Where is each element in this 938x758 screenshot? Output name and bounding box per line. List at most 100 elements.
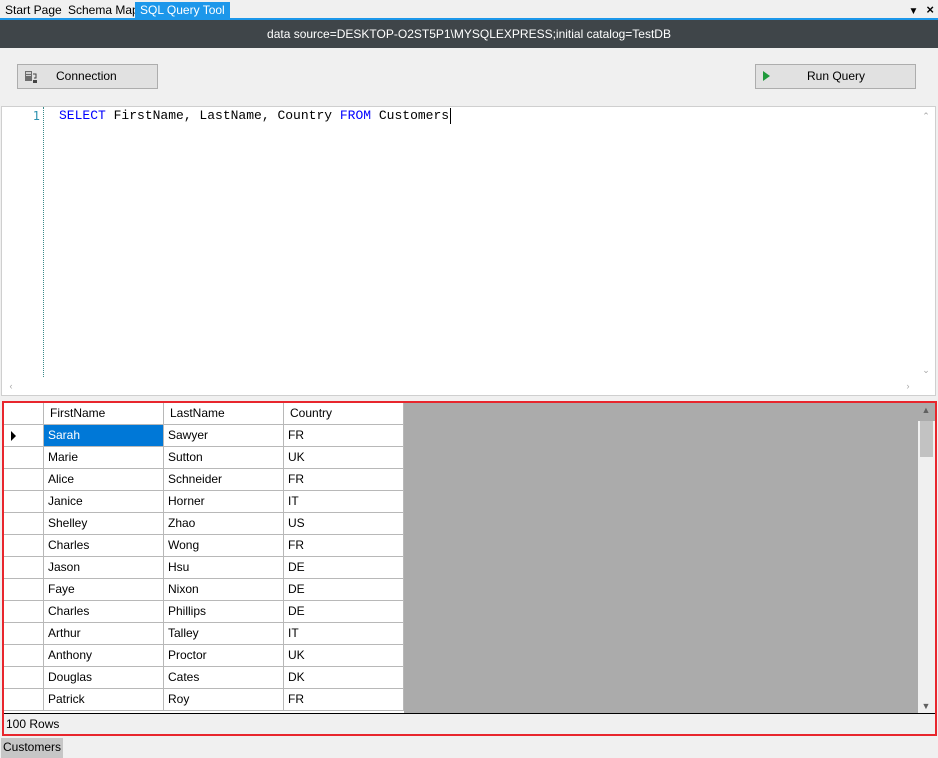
row-header[interactable] xyxy=(4,535,44,557)
row-header[interactable] xyxy=(4,513,44,535)
cell-country[interactable]: DK xyxy=(284,667,404,689)
cell-lastname[interactable]: Talley xyxy=(164,623,284,645)
sql-editor[interactable]: 1 SELECT FirstName, LastName, Country FR… xyxy=(1,106,936,396)
row-header[interactable] xyxy=(4,491,44,513)
cell-firstname[interactable]: Janice xyxy=(44,491,164,513)
row-header[interactable] xyxy=(4,557,44,579)
row-header[interactable] xyxy=(4,689,44,711)
row-header[interactable] xyxy=(4,469,44,491)
cell-firstname[interactable]: Marie xyxy=(44,447,164,469)
chevron-down-icon[interactable]: ⌄ xyxy=(920,365,932,375)
cell-lastname[interactable]: Cates xyxy=(164,667,284,689)
cell-country[interactable]: IT xyxy=(284,623,404,645)
line-number: 1 xyxy=(32,109,40,123)
chevron-down-icon[interactable]: ▼ xyxy=(920,701,932,711)
editor-horizontal-scrollbar[interactable]: ‹ › xyxy=(2,378,935,395)
row-header[interactable] xyxy=(4,447,44,469)
table-row[interactable]: Alice Schneider FR xyxy=(4,469,404,491)
cell-firstname[interactable]: Faye xyxy=(44,579,164,601)
table-row[interactable]: Jason Hsu DE xyxy=(4,557,404,579)
cell-firstname[interactable]: Douglas xyxy=(44,667,164,689)
table-row[interactable]: Anthony Proctor UK xyxy=(4,645,404,667)
cell-country[interactable]: UK xyxy=(284,645,404,667)
cell-lastname[interactable]: Roy xyxy=(164,689,284,711)
cell-lastname[interactable]: Hsu xyxy=(164,557,284,579)
tab-sql-query-tool[interactable]: SQL Query Tool xyxy=(135,2,230,20)
cell-lastname[interactable]: Proctor xyxy=(164,645,284,667)
cell-firstname[interactable]: Shelley xyxy=(44,513,164,535)
cell-lastname[interactable]: Nixon xyxy=(164,579,284,601)
cell-firstname[interactable]: Arthur xyxy=(44,623,164,645)
table-row[interactable]: Charles Phillips DE xyxy=(4,601,404,623)
tab-start-page[interactable]: Start Page xyxy=(0,2,67,20)
grid-header-row: FirstName LastName Country xyxy=(4,403,404,425)
cell-lastname[interactable]: Wong xyxy=(164,535,284,557)
table-row[interactable]: Marie Sutton UK xyxy=(4,447,404,469)
row-header-corner[interactable] xyxy=(4,403,44,425)
tab-customers[interactable]: Customers xyxy=(1,738,63,758)
chevron-up-icon[interactable]: ⌃ xyxy=(920,111,932,121)
cell-country[interactable]: DE xyxy=(284,601,404,623)
play-icon xyxy=(763,71,770,81)
cell-country[interactable]: FR xyxy=(284,689,404,711)
table-row[interactable]: Charles Wong FR xyxy=(4,535,404,557)
cell-country[interactable]: US xyxy=(284,513,404,535)
results-grid[interactable]: FirstName LastName Country Sarah Sawyer FR… xyxy=(4,403,404,713)
cell-country[interactable]: DE xyxy=(284,579,404,601)
column-header-firstname[interactable]: FirstName xyxy=(44,403,164,425)
table-row[interactable]: Faye Nixon DE xyxy=(4,579,404,601)
row-header[interactable] xyxy=(4,667,44,689)
cell-lastname[interactable]: Schneider xyxy=(164,469,284,491)
cell-firstname[interactable]: Patrick xyxy=(44,689,164,711)
row-header[interactable] xyxy=(4,425,44,447)
scrollbar-thumb[interactable] xyxy=(920,421,933,457)
tab-overflow-controls: ▼ × xyxy=(898,0,935,22)
cell-country[interactable]: FR xyxy=(284,469,404,491)
cell-country[interactable]: DE xyxy=(284,557,404,579)
table-row[interactable]: Sarah Sawyer FR xyxy=(4,425,404,447)
results-panel: FirstName LastName Country Sarah Sawyer FR… xyxy=(2,401,937,736)
column-header-country[interactable]: Country xyxy=(284,403,404,425)
cell-firstname[interactable]: Charles xyxy=(44,535,164,557)
cell-country[interactable]: UK xyxy=(284,447,404,469)
connection-button[interactable]: Connection xyxy=(17,64,158,89)
current-row-arrow-icon xyxy=(11,431,16,441)
cell-firstname[interactable]: Anthony xyxy=(44,645,164,667)
cell-lastname[interactable]: Sawyer xyxy=(164,425,284,447)
table-row[interactable]: Douglas Cates DK xyxy=(4,667,404,689)
cell-firstname[interactable]: Charles xyxy=(44,601,164,623)
row-header[interactable] xyxy=(4,601,44,623)
chevron-up-icon[interactable]: ▲ xyxy=(920,405,932,415)
chevron-left-icon[interactable]: ‹ xyxy=(5,381,17,391)
server-connection-icon xyxy=(25,71,37,83)
close-icon[interactable]: × xyxy=(926,0,934,20)
cell-firstname[interactable]: Sarah xyxy=(44,425,164,447)
cell-firstname[interactable]: Alice xyxy=(44,469,164,491)
column-header-lastname[interactable]: LastName xyxy=(164,403,284,425)
cell-lastname[interactable]: Phillips xyxy=(164,601,284,623)
grid-vertical-scrollbar[interactable]: ▲ ▼ xyxy=(918,405,935,713)
cell-country[interactable]: FR xyxy=(284,535,404,557)
table-row[interactable]: Arthur Talley IT xyxy=(4,623,404,645)
sql-query-text[interactable]: SELECT FirstName, LastName, Country FROM… xyxy=(59,108,452,124)
editor-vertical-scrollbar[interactable]: ⌃ ⌄ xyxy=(918,107,935,379)
cell-country[interactable]: FR xyxy=(284,425,404,447)
table-row[interactable]: Shelley Zhao US xyxy=(4,513,404,535)
cell-lastname[interactable]: Horner xyxy=(164,491,284,513)
cell-lastname[interactable]: Zhao xyxy=(164,513,284,535)
row-header[interactable] xyxy=(4,645,44,667)
sql-keyword: FROM xyxy=(339,108,372,123)
cell-lastname[interactable]: Sutton xyxy=(164,447,284,469)
connection-button-label: Connection xyxy=(56,69,117,83)
table-row[interactable]: Janice Horner IT xyxy=(4,491,404,513)
tab-schema-map[interactable]: Schema Map xyxy=(63,2,144,20)
chevron-down-icon[interactable]: ▼ xyxy=(909,2,919,22)
cell-country[interactable]: IT xyxy=(284,491,404,513)
row-header[interactable] xyxy=(4,623,44,645)
run-query-button[interactable]: Run Query xyxy=(755,64,916,89)
row-header[interactable] xyxy=(4,579,44,601)
chevron-right-icon[interactable]: › xyxy=(902,381,914,391)
table-row[interactable]: Patrick Roy FR xyxy=(4,689,404,711)
sql-text: FirstName, LastName, Country xyxy=(105,108,340,123)
cell-firstname[interactable]: Jason xyxy=(44,557,164,579)
